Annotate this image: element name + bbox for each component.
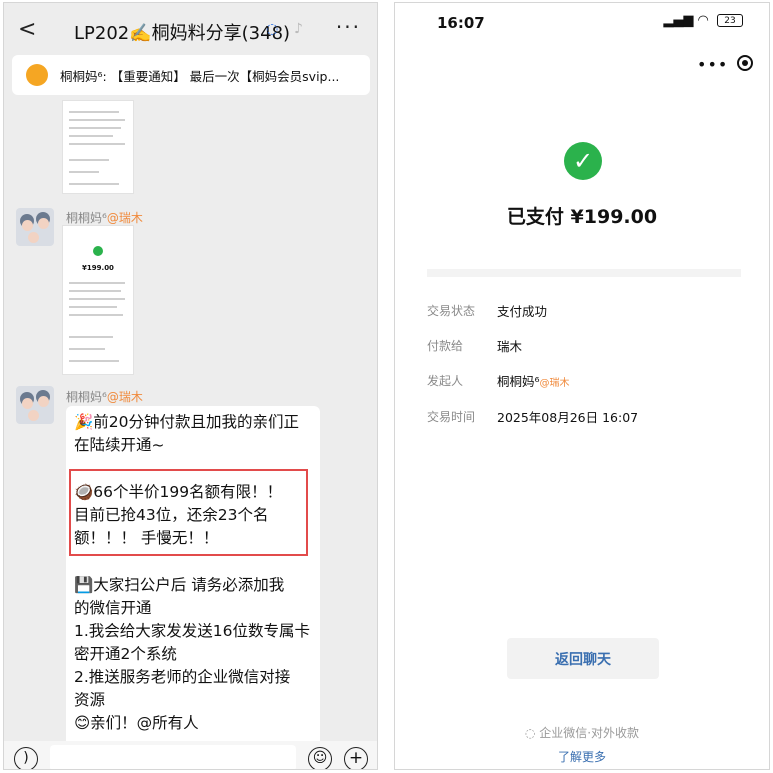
divider xyxy=(427,269,741,277)
chat-bubble-icon: ◌ xyxy=(266,21,279,37)
status-icons: ▂▄▆ ◠ 23 xyxy=(663,13,743,28)
bubble-line: 密开通2个系统 xyxy=(74,645,177,663)
pinned-notice[interactable]: 桐桐妈⁶: 【重要通知】 最后一次【桐妈会员svip... xyxy=(12,55,370,95)
detail-value: 2025年08月26日 16:07 xyxy=(497,410,639,425)
bubble-line: 在陆续开通~ xyxy=(74,436,165,454)
payment-screenshot-image[interactable]: ¥199.00 xyxy=(62,225,134,375)
bubble-line: 的微信开通 xyxy=(74,599,152,617)
detail-value: 瑞木 xyxy=(497,339,523,354)
avatar[interactable] xyxy=(16,208,54,246)
input-bar: ) ☺ + xyxy=(4,741,377,769)
close-miniprogram-icon[interactable] xyxy=(737,55,753,71)
learn-more-link[interactable]: 了解更多 xyxy=(395,748,769,765)
sender-name: 桐桐妈⁶@瑞木 xyxy=(66,390,143,404)
highlight-box xyxy=(69,469,308,556)
plus-icon[interactable]: + xyxy=(344,747,368,769)
return-to-chat-button[interactable]: 返回聊天 xyxy=(507,638,659,679)
avatar[interactable] xyxy=(16,386,54,424)
bubble-line: 2.推送服务老师的企业微信对接 xyxy=(74,668,291,686)
detail-label: 交易时间 xyxy=(427,410,476,424)
voice-icon[interactable]: ) xyxy=(14,747,38,769)
detail-value: 桐桐妈⁶@瑞木 xyxy=(497,374,570,389)
screenshot-amount: ¥199.00 xyxy=(82,264,114,272)
payment-panel: 16:07 ▂▄▆ ◠ 23 ••• ✓ 已支付 ¥199.00 交易状态 支付… xyxy=(394,2,770,770)
signal-icon: ▂▄▆ xyxy=(663,13,694,28)
wecom-icon: ◌ xyxy=(524,726,536,740)
detail-label: 付款给 xyxy=(427,339,464,353)
chat-panel: < LP202✍️桐妈料分享(348) ◌ ♪ ··· 桐桐妈⁶: 【重要通知】… xyxy=(3,2,378,770)
bubble-line: 💾大家扫公户后 请务必添加我 xyxy=(74,576,285,594)
wifi-icon: ◠ xyxy=(697,13,709,28)
bubble-line: 😊亲们！@所有人 xyxy=(74,714,199,732)
footer-brand: ◌ 企业微信·对外收款 xyxy=(524,726,640,740)
status-time: 16:07 xyxy=(437,14,485,32)
more-icon[interactable]: ··· xyxy=(336,15,361,39)
notice-text: 桐桐妈⁶: 【重要通知】 最后一次【桐妈会员svip... xyxy=(60,68,340,84)
success-check-icon: ✓ xyxy=(564,142,602,180)
chat-header: < LP202✍️桐妈料分享(348) ◌ ♪ ··· xyxy=(4,3,377,59)
chat-title: LP202✍️桐妈料分享(348) xyxy=(74,23,291,44)
bubble-line: 1.我会给大家发发送16位数专属卡 xyxy=(74,622,311,640)
emoji-icon[interactable]: ☺ xyxy=(308,747,332,769)
bubble-line: 资源 xyxy=(74,691,106,709)
more-icon[interactable]: ••• xyxy=(697,55,728,74)
message-input[interactable] xyxy=(50,745,296,769)
message-image[interactable] xyxy=(62,100,134,194)
battery-icon: 23 xyxy=(717,14,743,27)
detail-label: 交易状态 xyxy=(427,304,476,318)
detail-value: 支付成功 xyxy=(497,304,548,319)
back-icon[interactable]: < xyxy=(18,17,36,42)
bubble-line: 🎉前20分钟付款且加我的亲们正 xyxy=(74,413,300,431)
sender-name: 桐桐妈⁶@瑞木 xyxy=(66,211,143,225)
mute-icon: ♪ xyxy=(294,21,303,37)
paid-amount: 已支付 ¥199.00 xyxy=(506,206,658,228)
detail-label: 发起人 xyxy=(427,374,464,388)
announcement-icon xyxy=(26,64,48,86)
